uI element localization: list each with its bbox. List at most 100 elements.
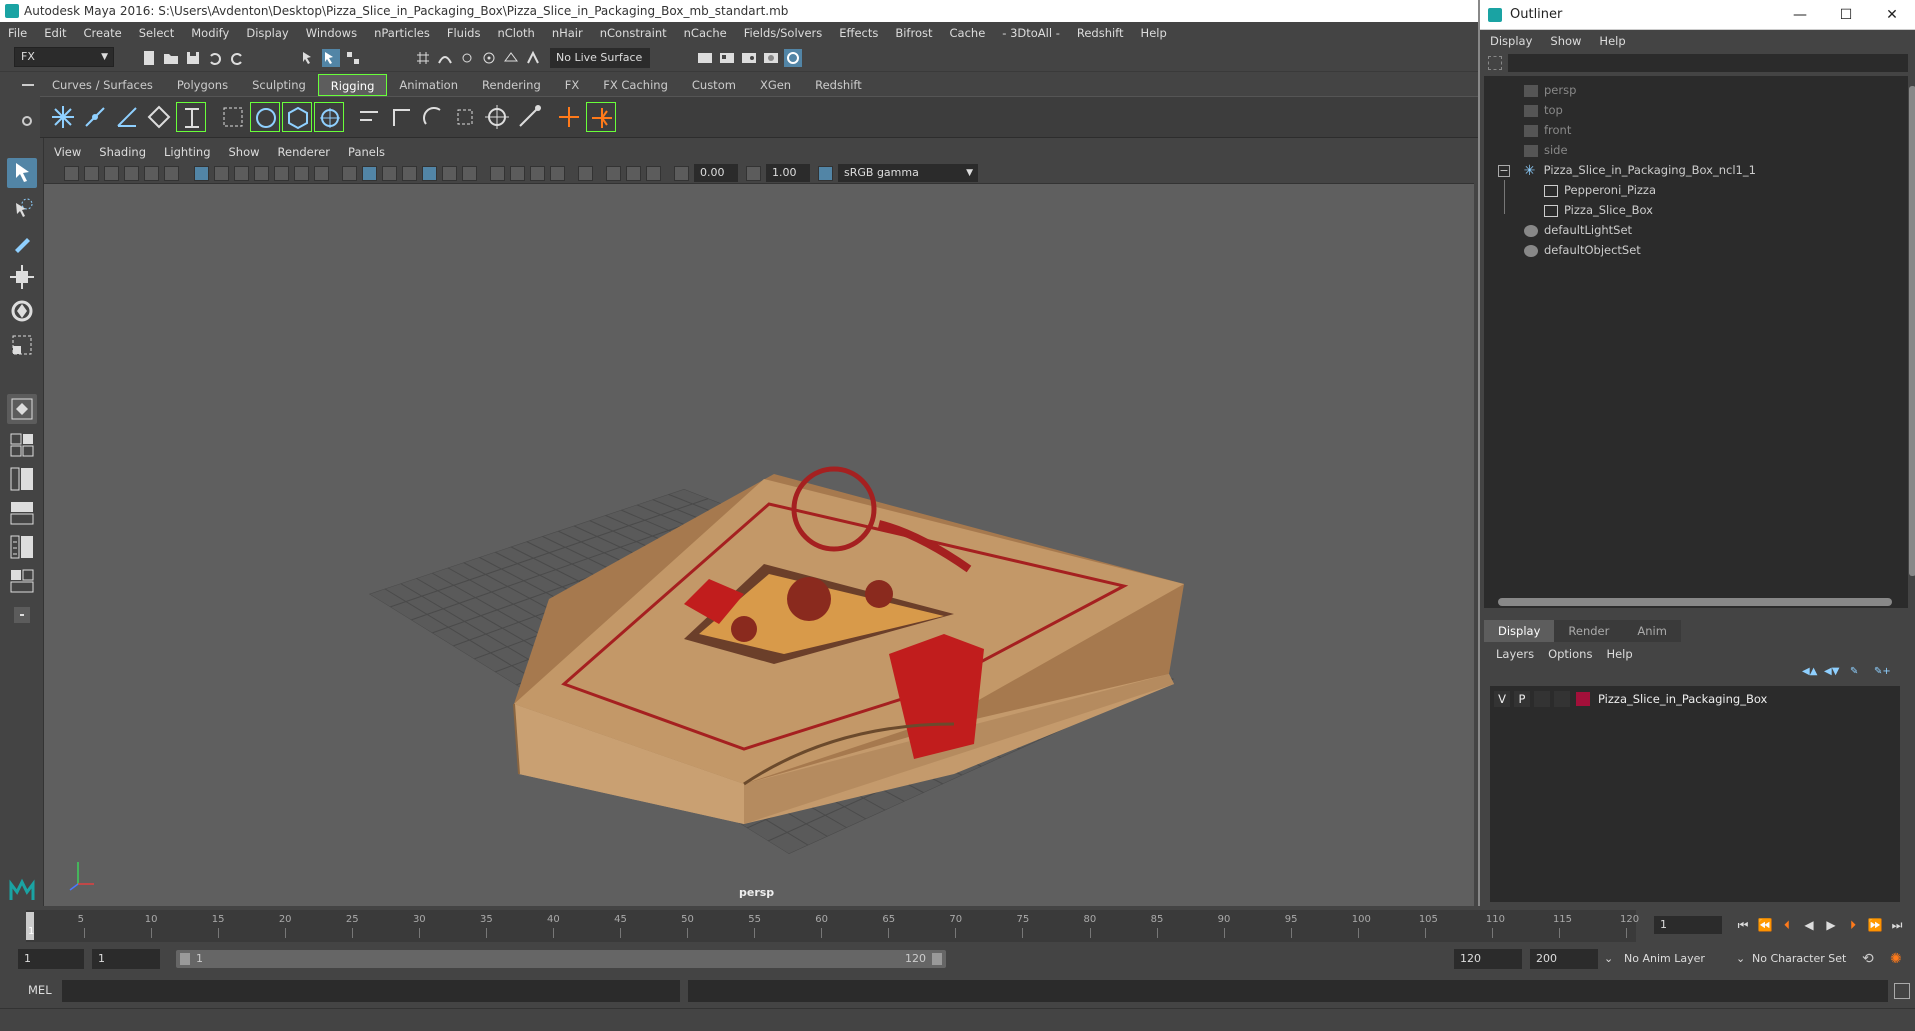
- gamma-field[interactable]: 1.00: [766, 164, 810, 182]
- layer-reference-toggle[interactable]: [1554, 691, 1570, 707]
- shelf-tab-rigging[interactable]: Rigging: [317, 74, 388, 96]
- auto-key-icon[interactable]: ⟲: [1862, 949, 1874, 969]
- outliner-item-persp[interactable]: persp: [1524, 80, 1576, 100]
- lasso-tool-icon[interactable]: [7, 194, 37, 224]
- ik-handle-icon[interactable]: [176, 102, 206, 132]
- menu-bifrost[interactable]: Bifrost: [895, 26, 932, 40]
- smooth-shade-icon[interactable]: [362, 166, 377, 181]
- single-perspective-layout-icon[interactable]: [7, 394, 37, 424]
- menu-fields-solvers[interactable]: Fields/Solvers: [744, 26, 823, 40]
- script-editor-icon[interactable]: [1894, 983, 1910, 999]
- layer-row[interactable]: V P Pizza_Slice_in_Packaging_Box: [1494, 690, 1896, 708]
- outliner-item-front[interactable]: front: [1524, 120, 1571, 140]
- layer-display-type-toggle[interactable]: [1534, 691, 1550, 707]
- outliner-item-pepperoni-pizza[interactable]: Pepperoni_Pizza: [1544, 180, 1656, 200]
- point-constraint-icon[interactable]: [386, 102, 416, 132]
- playback-start-field[interactable]: 1: [92, 949, 160, 969]
- menu-fluids[interactable]: Fluids: [447, 26, 481, 40]
- layer-visibility-toggle[interactable]: V: [1494, 691, 1510, 707]
- move-layer-down-icon[interactable]: ◀▼: [1824, 666, 1840, 680]
- select-component-icon[interactable]: [344, 49, 362, 67]
- outliner-item-side[interactable]: side: [1524, 140, 1568, 160]
- textured-icon[interactable]: [402, 166, 417, 181]
- animation-end-field[interactable]: 200: [1530, 949, 1598, 969]
- go-to-end-icon[interactable]: ⏭: [1888, 916, 1906, 934]
- open-scene-icon[interactable]: [162, 49, 180, 67]
- outliner-item-default-light-set[interactable]: defaultLightSet: [1524, 220, 1632, 240]
- shelf-tab-custom[interactable]: Custom: [680, 74, 748, 96]
- scale-tool-icon[interactable]: [7, 330, 37, 360]
- redshift-render-icon[interactable]: [784, 49, 802, 67]
- panel-menu-panels[interactable]: Panels: [348, 145, 385, 159]
- menu-3dtoall[interactable]: - 3DtoAll -: [1002, 26, 1060, 40]
- persp-outliner-layout-icon[interactable]: [7, 464, 37, 494]
- shelf-tab-fx[interactable]: FX: [553, 74, 592, 96]
- film-gate-icon[interactable]: [214, 166, 229, 181]
- menu-ncache[interactable]: nCache: [684, 26, 727, 40]
- smooth-bind-icon[interactable]: [250, 102, 280, 132]
- persp-graph-outliner-layout-icon[interactable]: [7, 532, 37, 562]
- aim-constraint-icon[interactable]: [482, 102, 512, 132]
- animation-start-field[interactable]: 1: [18, 949, 84, 969]
- shelf-tab-xgen[interactable]: XGen: [748, 74, 803, 96]
- depth-of-field-icon[interactable]: [550, 166, 565, 181]
- mirror-joint-icon[interactable]: [112, 102, 142, 132]
- xray-active-icon[interactable]: [626, 166, 641, 181]
- skin-bind-icon[interactable]: [218, 102, 248, 132]
- snap-grid-icon[interactable]: [414, 49, 432, 67]
- snap-point-icon[interactable]: [458, 49, 476, 67]
- make-live-icon[interactable]: [524, 49, 542, 67]
- save-scene-icon[interactable]: [184, 49, 202, 67]
- menu-edit[interactable]: Edit: [44, 26, 66, 40]
- menu-effects[interactable]: Effects: [839, 26, 878, 40]
- xray-joints-icon[interactable]: [606, 166, 621, 181]
- panel-menu-shading[interactable]: Shading: [99, 145, 146, 159]
- shadows-icon[interactable]: [442, 166, 457, 181]
- step-back-frame-icon[interactable]: ⏪: [1756, 916, 1774, 934]
- hypershade-icon[interactable]: [762, 49, 780, 67]
- panel-menu-view[interactable]: View: [54, 145, 81, 159]
- playback-end-field[interactable]: 120: [1454, 949, 1522, 969]
- tab-display[interactable]: Display: [1484, 620, 1555, 642]
- menu-nparticles[interactable]: nParticles: [374, 26, 430, 40]
- range-start-handle[interactable]: [180, 953, 190, 965]
- step-forward-key-icon[interactable]: ⏵: [1844, 916, 1862, 934]
- select-hierarchy-icon[interactable]: [300, 49, 318, 67]
- shelf-tab-polygons[interactable]: Polygons: [165, 74, 240, 96]
- shelf-tab-redshift[interactable]: Redshift: [803, 74, 874, 96]
- wireframe-icon[interactable]: [342, 166, 357, 181]
- menu-redshift[interactable]: Redshift: [1077, 26, 1124, 40]
- outliner-menu-display[interactable]: Display: [1490, 34, 1532, 48]
- tab-render[interactable]: Render: [1554, 620, 1624, 642]
- safe-action-icon[interactable]: [294, 166, 309, 181]
- cluster-icon[interactable]: [314, 102, 344, 132]
- view-transform-dropdown[interactable]: sRGB gamma ▼: [838, 164, 978, 182]
- menu-create[interactable]: Create: [84, 26, 122, 40]
- character-set-dropdown[interactable]: No Character Set: [1752, 949, 1852, 969]
- gate-mask-icon[interactable]: [254, 166, 269, 181]
- snap-curve-icon[interactable]: [436, 49, 454, 67]
- collapse-icon[interactable]: −: [1498, 164, 1510, 177]
- outliner-menu-show[interactable]: Show: [1550, 34, 1581, 48]
- go-to-start-icon[interactable]: ⏮: [1734, 916, 1752, 934]
- menu-cache[interactable]: Cache: [950, 26, 986, 40]
- scale-constraint-icon[interactable]: [450, 102, 480, 132]
- layout-options-icon[interactable]: [7, 600, 37, 630]
- shelf-settings-icon[interactable]: [22, 116, 32, 126]
- render-frame-icon[interactable]: [696, 49, 714, 67]
- backface-culling-icon[interactable]: [646, 166, 661, 181]
- create-joints-icon[interactable]: [48, 102, 78, 132]
- menu-select[interactable]: Select: [139, 26, 174, 40]
- step-forward-frame-icon[interactable]: ⏩: [1866, 916, 1884, 934]
- grid-toggle-icon[interactable]: [194, 166, 209, 181]
- outliner-item-top[interactable]: top: [1524, 100, 1563, 120]
- menu-nhair[interactable]: nHair: [552, 26, 583, 40]
- menu-help[interactable]: Help: [1141, 26, 1167, 40]
- orient-constraint-icon[interactable]: [418, 102, 448, 132]
- outliner-horizontal-scrollbar[interactable]: [1484, 596, 1908, 608]
- menu-set-dropdown[interactable]: FX ▼: [14, 47, 114, 67]
- menu-file[interactable]: File: [8, 26, 27, 40]
- four-view-layout-icon[interactable]: [7, 430, 37, 460]
- select-object-icon[interactable]: [322, 49, 340, 67]
- new-layer-from-selection-icon[interactable]: ✎+: [1874, 666, 1891, 680]
